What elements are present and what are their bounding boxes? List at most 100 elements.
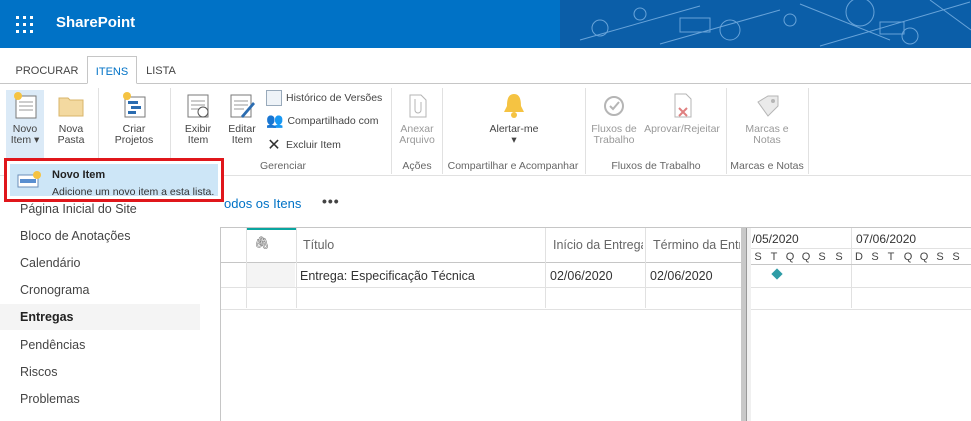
nav-item-problemas[interactable]: Problemas xyxy=(20,392,80,406)
fluxos-trabalho-button[interactable]: Fluxos de Trabalho xyxy=(590,90,638,160)
cell-titulo[interactable]: Entrega: Especificação Técnica xyxy=(300,269,475,283)
version-history-icon xyxy=(266,90,282,106)
nav-item-bloco-anotacoes[interactable]: Bloco de Anotações xyxy=(20,229,131,243)
view-item-icon xyxy=(187,94,209,118)
gantt-day: Q xyxy=(903,251,913,263)
editar-item-label-2: Item xyxy=(231,134,253,146)
gantt-day: S xyxy=(936,251,944,263)
gantt-day: Q xyxy=(919,251,929,263)
grid-column-divider xyxy=(296,228,297,308)
app-launcher-icon[interactable] xyxy=(0,0,48,48)
nav-item-riscos[interactable]: Riscos xyxy=(20,365,58,379)
dropdown-description: Adicione um novo item a esta lista. xyxy=(52,186,215,198)
tab-procurar[interactable]: PROCURAR xyxy=(14,56,80,84)
gantt-row-divider xyxy=(751,287,971,288)
gantt-week-1: /05/2020 xyxy=(752,232,799,246)
nav-item-pendencias[interactable]: Pendências xyxy=(20,338,85,352)
tab-lista[interactable]: LISTA xyxy=(140,56,182,84)
gantt-day: S xyxy=(818,251,826,263)
gantt-day: S xyxy=(952,251,960,263)
novo-item-dropdown: Novo Item Adicione um novo item a esta l… xyxy=(4,158,224,202)
gantt-day: Q xyxy=(801,251,811,263)
nav-item-pagina-inicial[interactable]: Página Inicial do Site xyxy=(20,202,137,216)
more-options-icon[interactable]: ••• xyxy=(322,193,340,209)
edit-item-icon xyxy=(230,94,255,118)
grid-column-divider xyxy=(645,228,646,308)
gantt-header-divider xyxy=(751,248,971,249)
aprovar-label: Aprovar/Rejeitar xyxy=(644,123,720,135)
compartilhado-com-button[interactable]: 👥 Compartilhado com xyxy=(266,112,378,129)
grid-row-divider xyxy=(221,287,741,288)
exibir-item-label-2: Item xyxy=(187,134,209,146)
tab-itens[interactable]: ITENS xyxy=(87,56,137,84)
grid-column-divider xyxy=(545,228,546,308)
gantt-day: S xyxy=(835,251,843,263)
create-project-icon xyxy=(123,92,146,118)
historico-versoes-button[interactable]: Histórico de Versões xyxy=(266,90,382,106)
blueprint-banner-image xyxy=(560,0,971,48)
cell-inicio[interactable]: 02/06/2020 xyxy=(550,269,613,283)
gantt-day: T xyxy=(887,251,895,263)
approve-reject-icon xyxy=(674,93,692,118)
brand-title[interactable]: SharePoint xyxy=(56,14,135,31)
gantt-day: D xyxy=(855,251,863,263)
chevron-down-icon: ▾ xyxy=(511,134,517,146)
gantt-day: S xyxy=(754,251,762,263)
row-select-cell[interactable] xyxy=(247,263,295,287)
marcas-group-label: Marcas e Notas xyxy=(730,160,804,172)
folder-icon xyxy=(58,97,84,117)
bell-icon xyxy=(504,94,524,118)
ribbon-separator xyxy=(808,88,809,174)
gantt-row-divider xyxy=(751,309,971,310)
gantt-day: T xyxy=(770,251,778,263)
workflow-icon xyxy=(604,96,624,116)
editar-item-button[interactable]: Editar Item xyxy=(224,90,260,160)
new-item-icon xyxy=(14,92,37,119)
gantt-days-divider xyxy=(751,264,971,265)
gantt-week-divider xyxy=(851,228,852,308)
header-titulo[interactable]: Título xyxy=(303,238,334,252)
new-item-menu-icon xyxy=(17,171,41,188)
fluxos-label-2: Trabalho xyxy=(593,134,635,146)
excluir-label: Excluir Item xyxy=(286,139,341,151)
nav-item-calendario[interactable]: Calendário xyxy=(20,256,80,270)
gantt-day: Q xyxy=(785,251,795,263)
marcas-label-2: Notas xyxy=(753,134,781,146)
header-termino[interactable]: Término da Entrega xyxy=(653,238,740,252)
novo-item-menu-option[interactable]: Novo Item Adicione um novo item a esta l… xyxy=(10,164,218,198)
fluxos-group-label: Fluxos de Trabalho xyxy=(611,160,701,172)
anexar-arquivo-button[interactable]: Anexar Arquivo xyxy=(396,90,438,160)
attach-file-icon xyxy=(409,94,427,118)
aprovar-rejeitar-button[interactable]: Aprovar/Rejeitar xyxy=(642,90,722,160)
dropdown-title: Novo Item xyxy=(52,169,106,181)
novo-item-button[interactable]: Novo Item ▾ xyxy=(6,90,44,160)
nova-pasta-button[interactable]: Nova Pasta xyxy=(52,90,90,160)
gantt-day: S xyxy=(871,251,879,263)
nav-item-cronograma[interactable]: Cronograma xyxy=(20,283,89,297)
criar-projetos-button[interactable]: Criar Projetos xyxy=(110,90,158,160)
nav-item-entregas[interactable]: Entregas xyxy=(20,310,74,324)
compartilhar-group-label: Compartilhar e Acompanhar xyxy=(447,160,579,172)
gantt-splitter-edge xyxy=(746,228,751,421)
column-focus-indicator xyxy=(246,228,296,230)
novo-item-label-2: Item xyxy=(10,134,32,146)
excluir-item-button[interactable]: ✕ Excluir Item xyxy=(266,135,341,155)
grid-row-divider xyxy=(221,309,741,310)
alertar-me-button[interactable]: Alertar-me ▾ xyxy=(478,90,550,160)
tags-notes-icon xyxy=(757,95,779,117)
acoes-group-label: Ações xyxy=(402,160,432,172)
historico-label: Histórico de Versões xyxy=(286,92,383,104)
view-selector-link[interactable]: odos os Itens xyxy=(224,196,301,211)
attachment-column-icon[interactable]: 🖇 xyxy=(254,236,270,251)
exibir-item-button[interactable]: Exibir Item xyxy=(180,90,216,160)
suite-bar: SharePoint xyxy=(0,0,971,48)
chevron-down-icon: ▾ xyxy=(34,134,40,146)
compartilhado-label: Compartilhado com xyxy=(287,114,379,127)
grid-header-divider xyxy=(221,262,741,263)
cell-termino[interactable]: 02/06/2020 xyxy=(650,269,713,283)
shared-with-icon: 👥 xyxy=(266,112,284,128)
criar-projetos-label-2: Projetos xyxy=(114,134,154,146)
nova-pasta-label-2: Pasta xyxy=(57,134,85,146)
header-inicio[interactable]: Início da Entrega xyxy=(553,238,643,252)
marcas-notas-button[interactable]: Marcas e Notas xyxy=(738,90,796,160)
